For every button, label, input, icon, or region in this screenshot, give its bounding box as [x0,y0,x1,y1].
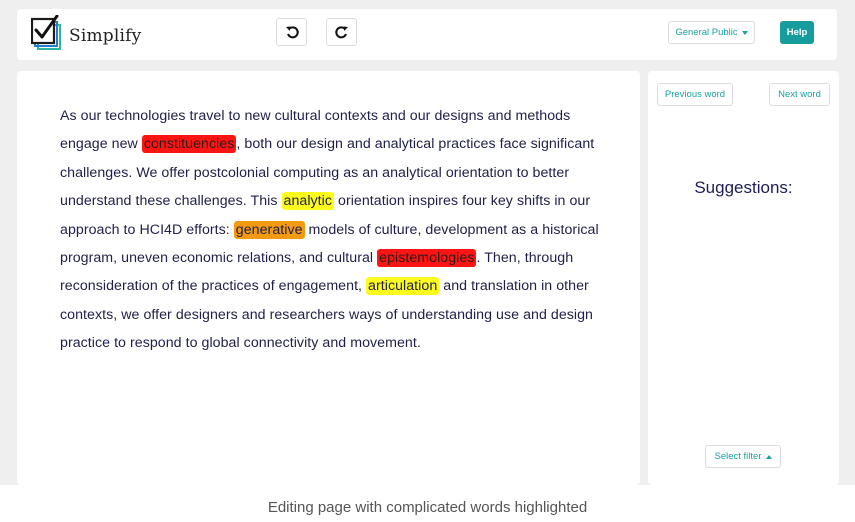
undo-icon [285,26,299,39]
caret-down-icon [741,30,748,35]
top-bar: Simplify General Public Help [17,9,837,60]
highlighted-word[interactable]: analytic [281,192,335,211]
checkbox-check-icon [30,14,67,53]
undo-button[interactable] [276,18,307,46]
app-name: Simplify [69,26,142,46]
figure-caption: Editing page with complicated words high… [267,499,588,516]
suggestions-title: Suggestions: [694,178,793,197]
highlighted-word[interactable]: epistemologies [377,249,477,268]
highlighted-word[interactable]: articulation [366,277,440,296]
editor-panel: As our technologies travel to new cultur… [17,71,640,485]
redo-icon [334,26,348,39]
app-window: Simplify General Public Help As our tech… [0,0,855,485]
redo-button[interactable] [326,18,357,46]
caret-up-icon [765,454,772,459]
audience-label: General Public [675,27,738,38]
previous-word-button[interactable]: Previous word [657,83,733,106]
next-word-button[interactable]: Next word [769,83,830,106]
editor-text[interactable]: As our technologies travel to new cultur… [60,102,605,358]
audience-dropdown[interactable]: General Public [668,21,755,44]
highlighted-word[interactable]: constituencies [141,135,237,154]
highlighted-word[interactable]: generative [233,220,305,239]
filter-label: Select filter [714,451,762,462]
suggestions-panel: Previous word Next word Suggestions: Sel… [648,71,839,485]
select-filter-button[interactable]: Select filter [705,445,781,468]
help-button[interactable]: Help [780,21,814,44]
